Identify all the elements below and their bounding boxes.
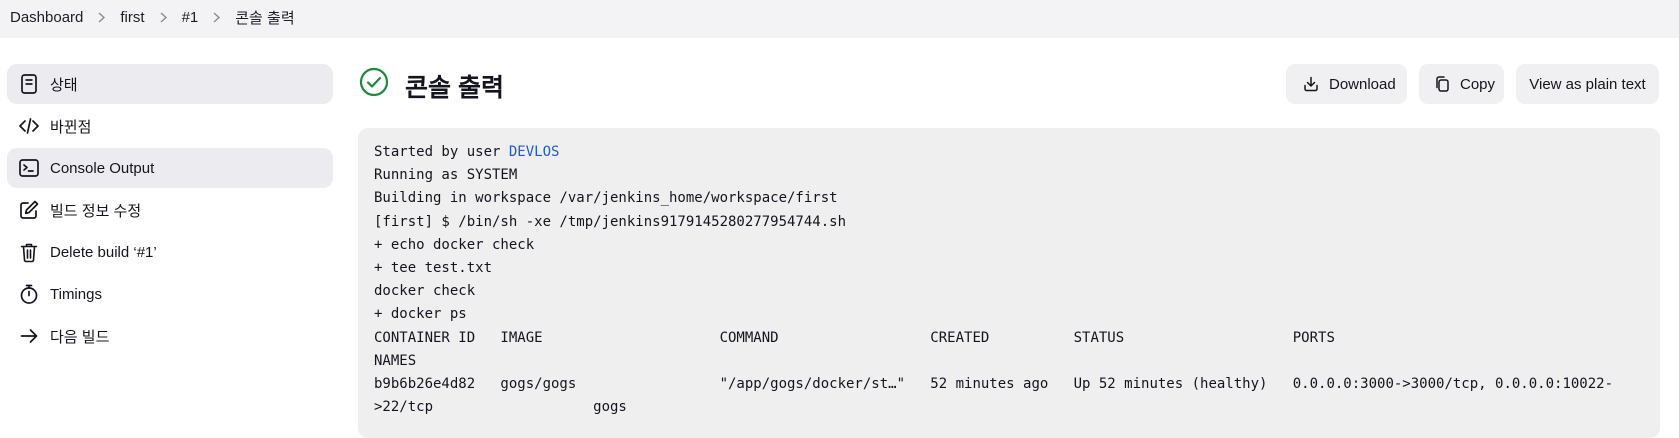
sidebar-item-label: 다음 빌드 <box>50 328 110 346</box>
sidebar-item-next-build[interactable]: 다음 빌드 <box>7 316 333 356</box>
sidebar-item-label: 상태 <box>50 76 78 94</box>
sidebar-item-console-output[interactable]: Console Output <box>7 148 333 188</box>
breadcrumb-dashboard[interactable]: Dashboard <box>10 9 83 26</box>
breadcrumb-current[interactable]: 콘솔 출력 <box>235 7 294 28</box>
copy-label: Copy <box>1460 75 1496 93</box>
breadcrumb: Dashboard first #1 콘솔 출력 <box>10 7 295 28</box>
console-line: [first] $ /bin/sh -xe /tmp/jenkins917914… <box>374 213 847 230</box>
sidebar-item-changes[interactable]: 바뀐점 <box>7 106 333 146</box>
console-started-prefix: Started by user <box>374 144 509 160</box>
view-plain-text-label: View as plain text <box>1529 75 1646 93</box>
top-bar: Dashboard first #1 콘솔 출력 <box>0 0 1679 38</box>
sidebar-item-label: Console Output <box>50 159 155 177</box>
console-line: Running as SYSTEM <box>374 167 518 184</box>
stopwatch-icon <box>18 283 40 305</box>
arrow-right-icon <box>18 325 40 347</box>
console-line: Building in workspace /var/jenkins_home/… <box>374 190 838 207</box>
view-plain-text-button[interactable]: View as plain text <box>1516 64 1659 104</box>
sidebar: 상태 바뀐점 Console Output 빌드 정보 수정 Delete bu… <box>7 64 333 358</box>
console-line: + echo docker check <box>374 236 535 253</box>
chevron-right-icon <box>83 12 120 23</box>
copy-button[interactable]: Copy <box>1419 64 1504 104</box>
sidebar-item-label: Timings <box>50 285 102 303</box>
edit-icon <box>18 199 40 221</box>
copy-icon <box>1433 75 1451 93</box>
sidebar-item-label: 빌드 정보 수정 <box>50 202 142 220</box>
sidebar-item-timings[interactable]: Timings <box>7 274 333 314</box>
download-label: Download <box>1329 75 1396 93</box>
sidebar-item-delete-build[interactable]: Delete build ‘#1’ <box>7 232 333 272</box>
sidebar-item-label: Delete build ‘#1’ <box>50 243 157 261</box>
terminal-icon <box>18 157 40 179</box>
user-link[interactable]: DEVLOS <box>509 144 560 160</box>
console-text: Started by user DEVLOS Running as SYSTEM… <box>358 128 1660 419</box>
chevron-right-icon <box>198 12 235 23</box>
console-line: b9b6b26e4d82 gogs/gogs "/app/gogs/docker… <box>374 376 1614 393</box>
sidebar-item-status[interactable]: 상태 <box>7 64 333 104</box>
console-line: + docker ps <box>374 306 467 323</box>
success-check-icon <box>359 67 389 97</box>
download-button[interactable]: Download <box>1286 64 1407 104</box>
code-icon <box>18 115 40 137</box>
sidebar-item-label: 바뀐점 <box>50 118 92 136</box>
sidebar-item-edit-build-info[interactable]: 빌드 정보 수정 <box>7 190 333 230</box>
console-line: >22/tcp gogs <box>374 399 627 416</box>
console-line: + tee test.txt <box>374 260 493 277</box>
page-title: 콘솔 출력 <box>405 74 504 102</box>
download-icon <box>1302 75 1320 93</box>
breadcrumb-build[interactable]: #1 <box>182 9 199 26</box>
console-line: NAMES <box>374 352 417 369</box>
breadcrumb-job[interactable]: first <box>120 9 144 26</box>
document-icon <box>18 73 40 95</box>
chevron-right-icon <box>145 12 182 23</box>
trash-icon <box>18 241 40 263</box>
console-line: CONTAINER ID IMAGE COMMAND CREATED STATU… <box>374 329 1335 346</box>
console-output-panel[interactable]: Started by user DEVLOS Running as SYSTEM… <box>358 128 1660 438</box>
console-line: docker check <box>374 283 476 300</box>
